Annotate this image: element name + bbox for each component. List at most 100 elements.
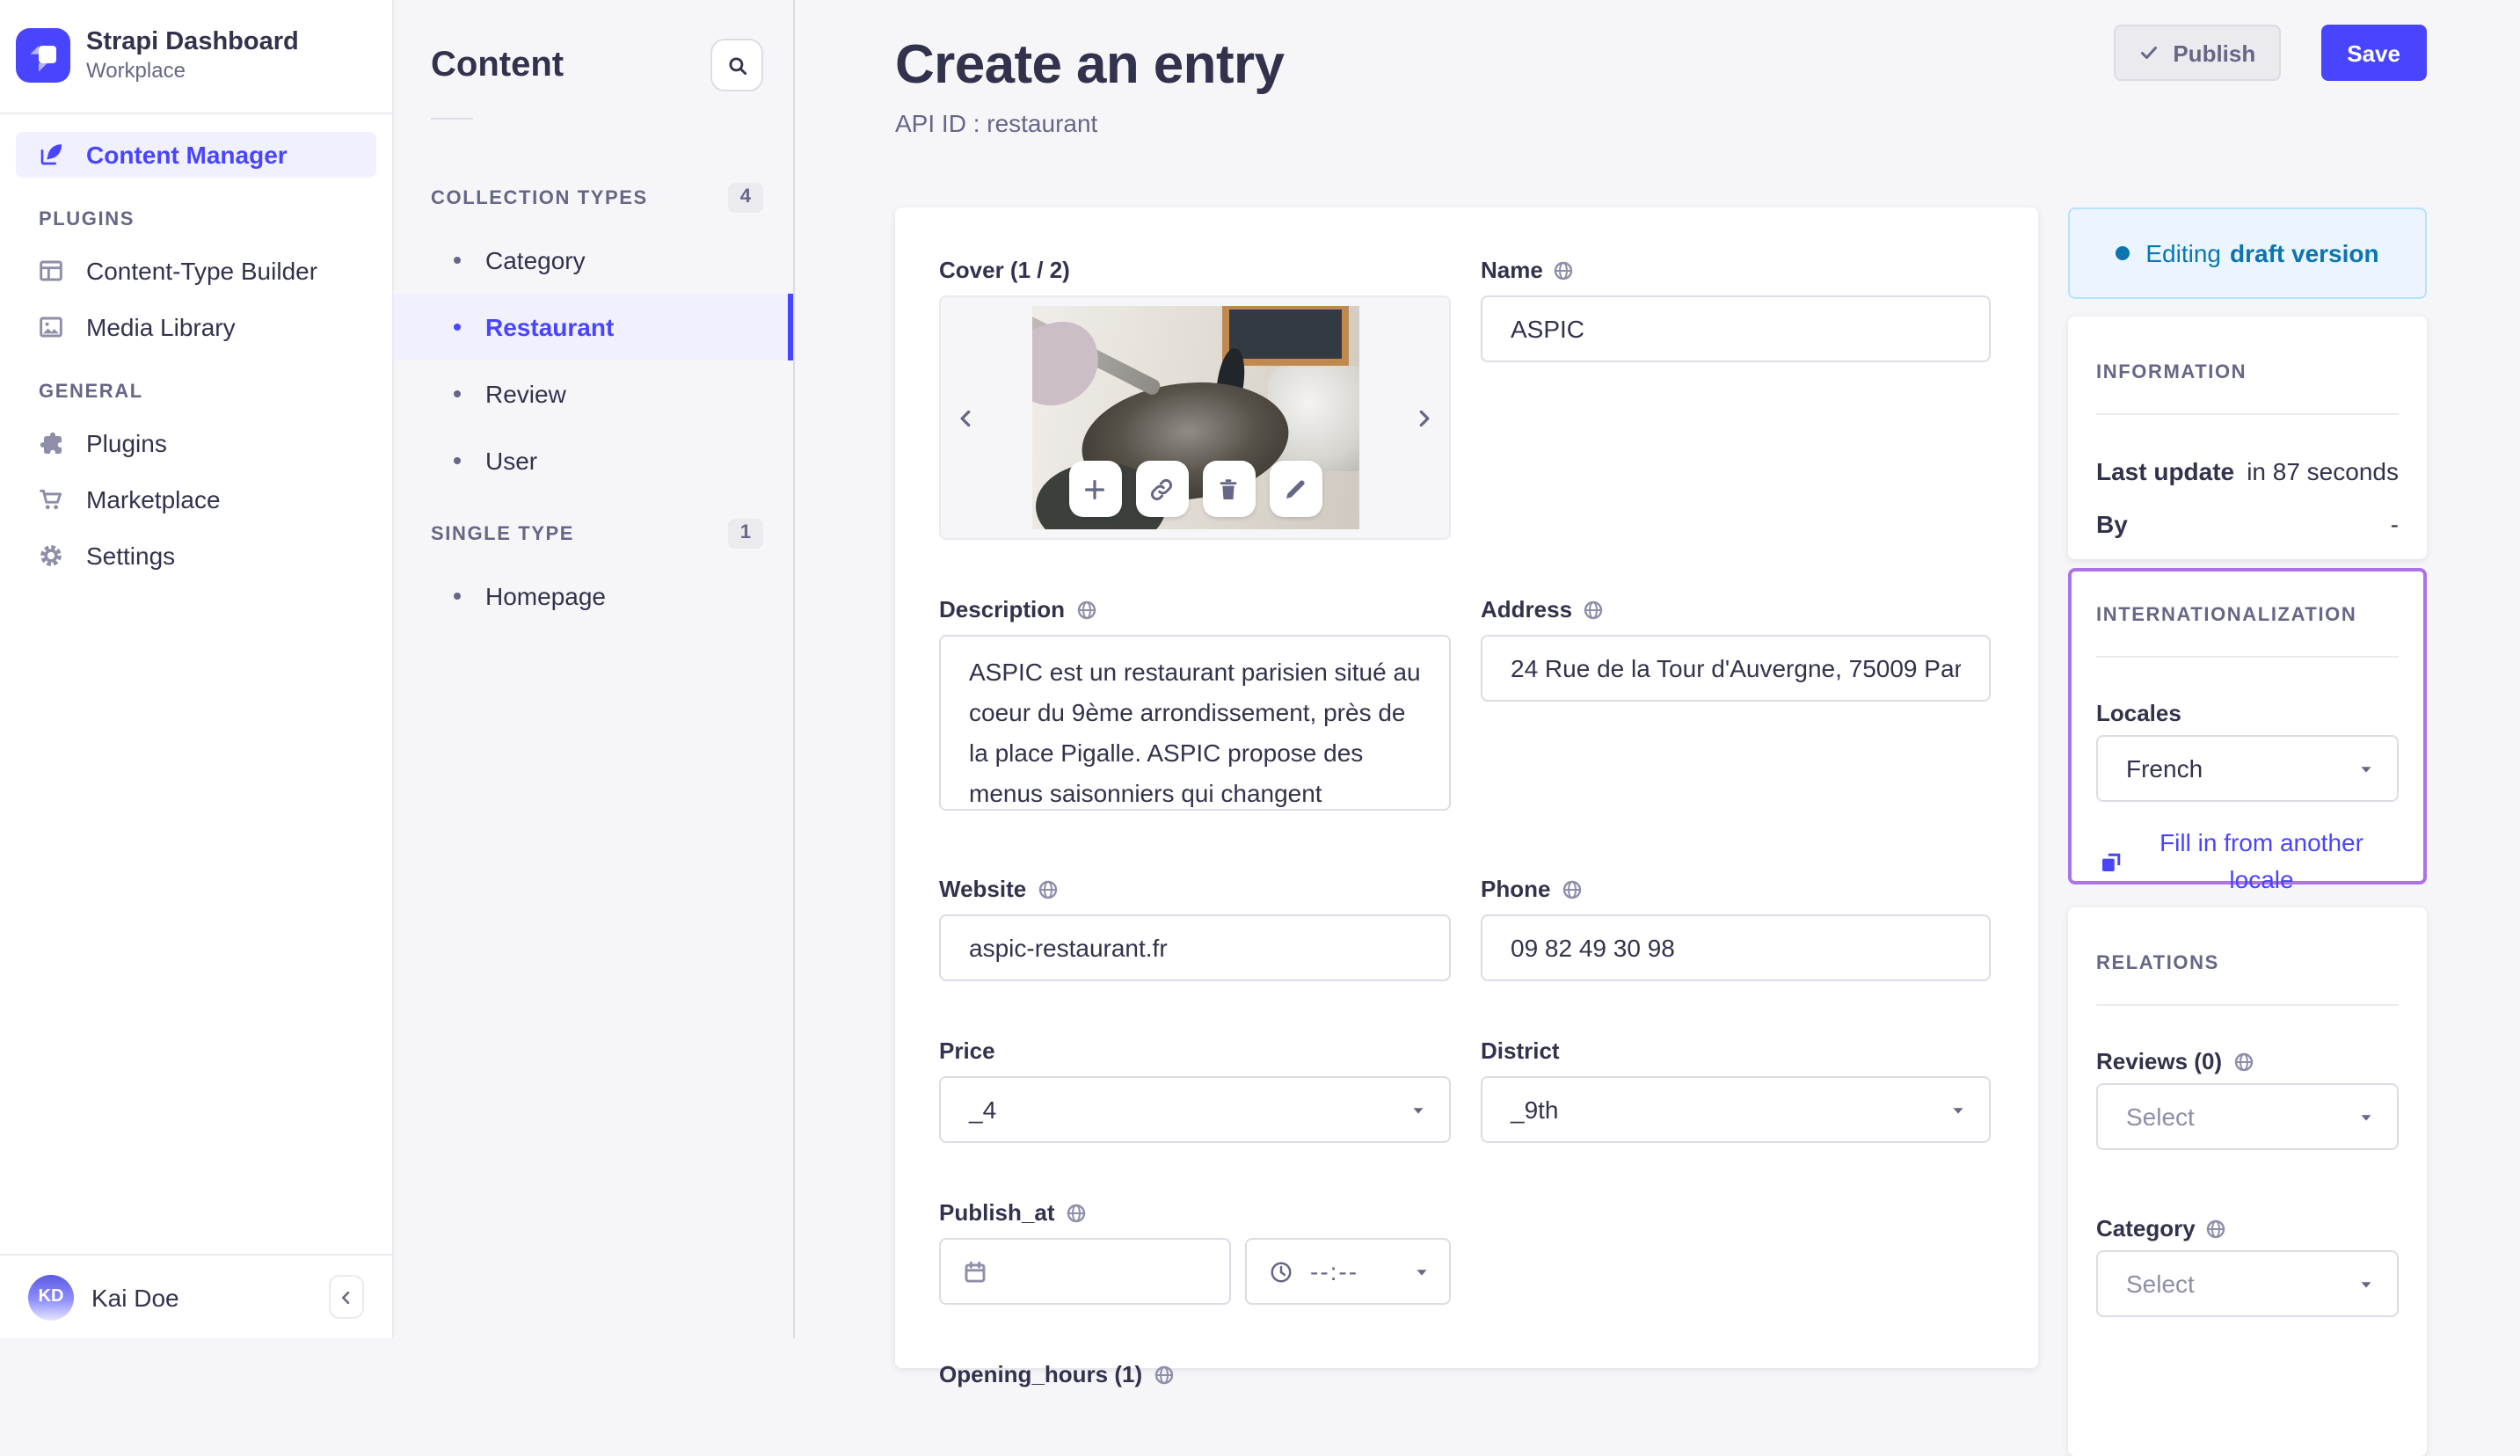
check-icon: [2138, 42, 2159, 63]
category-select[interactable]: Select: [2096, 1250, 2399, 1317]
divider: [2096, 656, 2399, 658]
list-item-label: Review: [485, 380, 566, 408]
i18n-title: INTERNATIONALIZATION: [2096, 605, 2357, 626]
duplicate-icon: [2098, 848, 2124, 875]
collection-type-category[interactable]: Category: [394, 227, 793, 294]
search-button[interactable]: [710, 39, 763, 91]
list-item-label: Category: [485, 246, 586, 274]
strapi-logo-icon: [16, 28, 70, 83]
reviews-select[interactable]: Select: [2096, 1083, 2399, 1150]
bullet-icon: [454, 457, 461, 464]
sidebar-item-content-type-builder[interactable]: Content-Type Builder: [16, 248, 376, 294]
field-publish-at: Publish_at --:--: [939, 1199, 1451, 1305]
description-textarea[interactable]: [939, 635, 1451, 811]
opening-hours-label: Opening_hours (1): [939, 1361, 1451, 1387]
phone-input[interactable]: [1481, 914, 1991, 981]
carousel-next-button[interactable]: [1412, 406, 1435, 429]
sidebar-item-settings[interactable]: Settings: [16, 533, 376, 579]
fill-from-locale-label: Fill in from another locale: [2159, 828, 2363, 893]
add-media-button[interactable]: [1068, 461, 1121, 517]
save-button[interactable]: Save: [2320, 25, 2427, 81]
name-input[interactable]: [1481, 295, 1991, 362]
collection-type-user[interactable]: User: [394, 427, 793, 494]
information-title: INFORMATION: [2096, 362, 2247, 383]
user-name: Kai Doe: [91, 1283, 179, 1311]
bullet-icon: [454, 390, 461, 397]
publish-at-label-text: Publish_at: [939, 1199, 1055, 1226]
category-label-text: Category: [2096, 1215, 2196, 1241]
address-input[interactable]: [1481, 635, 1991, 702]
locale-select[interactable]: French: [2096, 735, 2399, 802]
cover-label-text: Cover (1 / 2): [939, 257, 1070, 283]
publish-button[interactable]: Publish: [2113, 25, 2281, 81]
sidebar: Strapi Dashboard Workplace Content Manag…: [0, 0, 394, 1338]
reviews-label-text: Reviews (0): [2096, 1048, 2223, 1074]
globe-icon: [1583, 599, 1604, 620]
single-type-homepage[interactable]: Homepage: [394, 563, 793, 630]
price-select[interactable]: _4: [939, 1076, 1451, 1143]
caret-down-icon: [2356, 1274, 2376, 1293]
publish-time-picker[interactable]: --:--: [1245, 1238, 1451, 1305]
collection-type-restaurant[interactable]: Restaurant: [394, 294, 793, 360]
single-type-label: SINGLE TYPE: [431, 523, 575, 544]
workspace-brand[interactable]: Strapi Dashboard Workplace: [0, 0, 392, 114]
district-label: District: [1481, 1037, 1991, 1064]
fill-from-locale-link[interactable]: Fill in from another locale: [2096, 825, 2399, 899]
field-price: Price _4: [939, 1037, 1451, 1143]
calendar-icon: [962, 1258, 988, 1285]
collapse-sidebar-button[interactable]: [329, 1275, 364, 1319]
strapi-app: Strapi Dashboard Workplace Content Manag…: [0, 0, 2520, 1456]
pencil-icon: [1282, 476, 1308, 502]
sidebar-section-general: GENERAL: [39, 382, 143, 403]
globe-icon: [1075, 599, 1096, 620]
price-label-text: Price: [939, 1037, 995, 1064]
gear-icon: [37, 542, 65, 570]
sidebar-item-label: Marketplace: [86, 485, 221, 513]
chevron-right-icon: [1412, 406, 1435, 429]
draft-status-text: Editing: [2145, 239, 2221, 267]
field-description: Description: [939, 596, 1451, 819]
sidebar-footer: KD Kai Doe: [0, 1254, 392, 1338]
layout-icon: [37, 257, 65, 285]
locale-value: French: [2126, 754, 2203, 783]
field-name: Name: [1481, 257, 1991, 362]
publish-date-picker[interactable]: [939, 1238, 1231, 1305]
list-item-label: User: [485, 447, 538, 475]
sidebar-item-content-manager[interactable]: Content Manager: [16, 132, 376, 178]
bullet-icon: [454, 324, 461, 331]
avatar[interactable]: KD: [28, 1274, 74, 1320]
draft-status-banner: Editing draft version: [2068, 207, 2427, 299]
collection-type-review[interactable]: Review: [394, 360, 793, 427]
caret-down-icon: [1409, 1100, 1428, 1119]
clock-icon: [1268, 1258, 1294, 1285]
sidebar-nav: Content Manager PLUGINS Content-Type Bui…: [0, 114, 392, 579]
relations-title: RELATIONS: [2096, 953, 2219, 974]
save-label: Save: [2347, 40, 2400, 66]
sidebar-item-media-library[interactable]: Media Library: [16, 304, 376, 350]
website-input[interactable]: [939, 914, 1451, 981]
address-label: Address: [1481, 596, 1991, 622]
edit-media-button[interactable]: [1269, 461, 1322, 517]
sidebar-item-plugins[interactable]: Plugins: [16, 420, 376, 466]
bullet-icon: [454, 257, 461, 264]
globe-icon: [1554, 259, 1575, 280]
carousel-prev-button[interactable]: [955, 406, 978, 429]
caret-down-icon: [1948, 1100, 1968, 1119]
collection-types-header: COLLECTION TYPES 4: [431, 183, 763, 213]
feather-icon: [37, 141, 65, 169]
name-label: Name: [1481, 257, 1991, 283]
district-select[interactable]: _9th: [1481, 1076, 1991, 1143]
single-type-list: Homepage: [394, 563, 793, 630]
collection-types-count-badge: 4: [727, 183, 763, 213]
sidebar-item-label: Settings: [86, 542, 176, 570]
globe-icon: [2232, 1051, 2254, 1072]
price-label: Price: [939, 1037, 1451, 1064]
time-value: --:--: [1310, 1257, 1359, 1285]
delete-media-button[interactable]: [1202, 461, 1255, 517]
copy-link-button[interactable]: [1135, 461, 1188, 517]
last-update-label: Last update: [2096, 457, 2235, 485]
sidebar-item-marketplace[interactable]: Marketplace: [16, 477, 376, 522]
reviews-placeholder: Select: [2126, 1103, 2195, 1131]
address-label-text: Address: [1481, 596, 1573, 622]
image-icon: [37, 313, 65, 341]
